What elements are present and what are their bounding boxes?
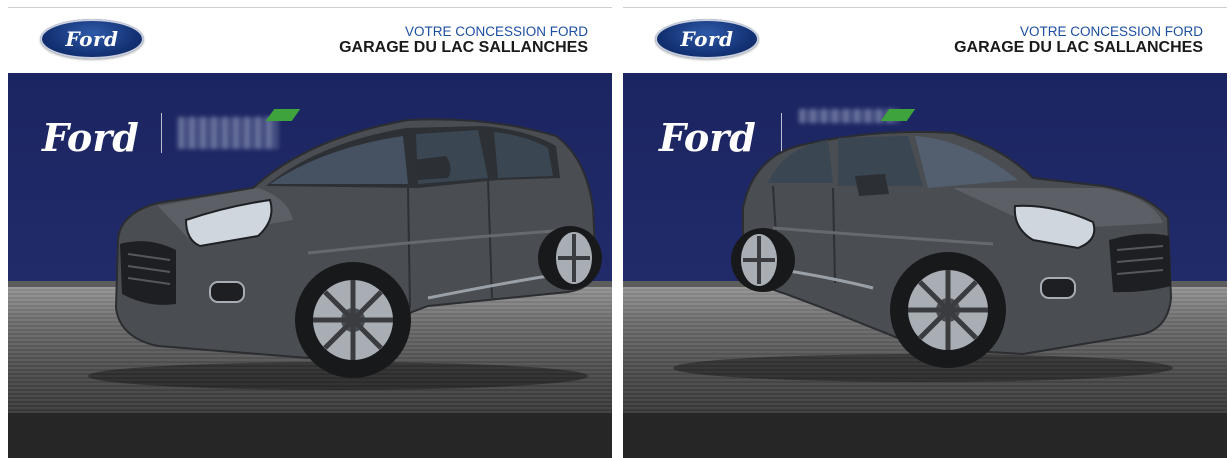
ford-oval-logo-icon: Ford bbox=[655, 19, 759, 59]
dealer-name: GARAGE DU LAC SALLANCHES bbox=[954, 39, 1203, 56]
dealer-tagline: VOTRE CONCESSION FORD bbox=[1019, 24, 1203, 39]
vehicle-photo-2[interactable]: Ford Ford VOTRE CONCESSION FORD GARAGE D… bbox=[623, 7, 1227, 458]
car-front-right-view bbox=[673, 130, 1173, 382]
dealer-tagline: VOTRE CONCESSION FORD bbox=[404, 24, 588, 39]
ford-oval-text: Ford bbox=[680, 27, 734, 51]
car-front-left-view bbox=[88, 118, 602, 390]
vehicle-photo-1[interactable]: Ford Ford VOTRE CONCESSION FORD GARAGE D… bbox=[8, 7, 612, 458]
dealer-name: GARAGE DU LAC SALLANCHES bbox=[339, 39, 588, 56]
dealer-header: Ford VOTRE CONCESSION FORD GARAGE DU LAC… bbox=[8, 8, 612, 73]
ford-oval-logo-icon: Ford bbox=[40, 19, 144, 59]
ford-oval-text: Ford bbox=[65, 27, 119, 51]
vehicle-photo-gallery: Ford Ford VOTRE CONCESSION FORD GARAGE D… bbox=[0, 0, 1231, 458]
dealer-header: Ford VOTRE CONCESSION FORD GARAGE DU LAC… bbox=[623, 8, 1227, 73]
